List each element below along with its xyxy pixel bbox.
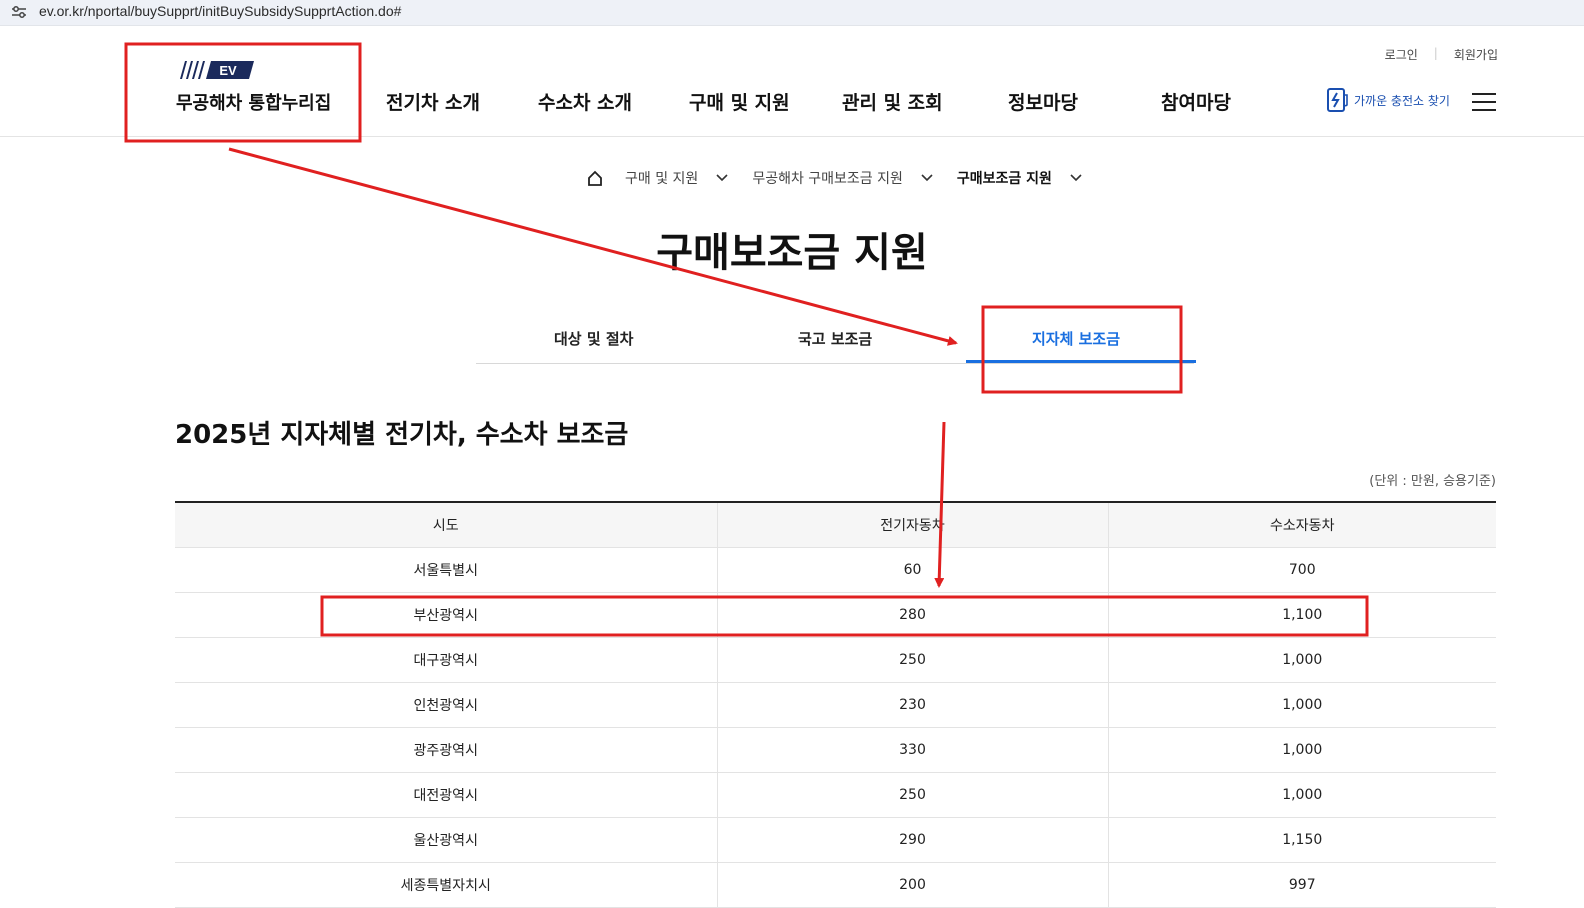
cell-hydrogen-subsidy: 1,000 bbox=[1107, 772, 1496, 818]
cell-hydrogen-subsidy: 1,100 bbox=[1107, 592, 1496, 638]
cell-ev-subsidy: 330 bbox=[716, 727, 1108, 773]
cell-region: 대전광역시 bbox=[175, 772, 718, 818]
table-row: 대전광역시 250 1,000 bbox=[175, 772, 1496, 818]
table-row: 서울특별시 60 700 bbox=[175, 547, 1496, 593]
url-text[interactable]: ev.or.kr/nportal/buySupprt/initBuySubsid… bbox=[39, 3, 401, 19]
signup-link[interactable]: 회원가입 bbox=[1454, 46, 1498, 63]
cell-region: 광주광역시 bbox=[175, 727, 718, 773]
column-header-region: 시도 bbox=[175, 502, 718, 548]
find-charger-link[interactable]: 가까운 충전소 찾기 bbox=[1326, 87, 1450, 113]
cell-region: 세종특별자치시 bbox=[175, 862, 718, 908]
chevron-down-icon[interactable] bbox=[921, 174, 933, 182]
table-row: 울산광역시 290 1,150 bbox=[175, 817, 1496, 863]
column-header-ev: 전기자동차 bbox=[716, 502, 1108, 548]
nav-purchase-support[interactable]: 구매 및 지원 bbox=[689, 88, 790, 115]
logo-mark-text: EV bbox=[219, 63, 237, 78]
breadcrumb-current[interactable]: 구매보조금 지원 bbox=[957, 168, 1052, 188]
nav-ev-intro[interactable]: 전기차 소개 bbox=[386, 88, 480, 115]
utility-links: 로그인 | 회원가입 bbox=[1385, 46, 1498, 63]
cell-hydrogen-subsidy: 1,000 bbox=[1107, 682, 1496, 728]
chevron-down-icon[interactable] bbox=[1070, 174, 1082, 182]
cell-ev-subsidy: 230 bbox=[716, 682, 1108, 728]
browser-address-bar[interactable]: ev.or.kr/nportal/buySupprt/initBuySubsid… bbox=[0, 0, 1584, 26]
nav-participation[interactable]: 참여마당 bbox=[1161, 88, 1231, 115]
home-icon[interactable] bbox=[587, 170, 603, 186]
page-title: 구매보조금 지원 bbox=[656, 230, 928, 276]
chevron-down-icon[interactable] bbox=[716, 174, 728, 182]
breadcrumb-item[interactable]: 무공해차 구매보조금 지원 bbox=[752, 168, 903, 188]
site-logo[interactable]: EV 무공해차 통합누리집 bbox=[176, 61, 336, 121]
nav-manage-search[interactable]: 관리 및 조회 bbox=[842, 88, 943, 115]
cell-hydrogen-subsidy: 1,000 bbox=[1107, 637, 1496, 683]
cell-ev-subsidy: 200 bbox=[716, 862, 1108, 908]
cell-region: 대구광역시 bbox=[175, 637, 718, 683]
table-row: 인천광역시 230 1,000 bbox=[175, 682, 1496, 728]
table-row: 세종특별자치시 200 997 bbox=[175, 862, 1496, 908]
table-row: 대구광역시 250 1,000 bbox=[175, 637, 1496, 683]
subsidy-tabs: 대상 및 절차 국고 보조금 지자체 보조금 bbox=[476, 318, 1194, 364]
cell-hydrogen-subsidy: 1,150 bbox=[1107, 817, 1496, 863]
column-header-hydrogen: 수소자동차 bbox=[1107, 502, 1496, 548]
table-header-row: 시도 전기자동차 수소자동차 bbox=[175, 502, 1496, 548]
ev-logo-mark: EV bbox=[180, 61, 254, 79]
subsidy-table: 시도 전기자동차 수소자동차 서울특별시 60 700 부산광역시 280 1,… bbox=[175, 501, 1496, 908]
util-separator: | bbox=[1433, 46, 1438, 60]
nav-hydrogen-intro[interactable]: 수소차 소개 bbox=[538, 88, 632, 115]
tab-national-subsidy[interactable]: 국고 보조금 bbox=[798, 328, 872, 349]
cell-ev-subsidy: 280 bbox=[716, 592, 1108, 638]
cell-hydrogen-subsidy: 1,000 bbox=[1107, 727, 1496, 773]
tab-target-procedure[interactable]: 대상 및 절차 bbox=[554, 328, 633, 349]
cell-ev-subsidy: 250 bbox=[716, 637, 1108, 683]
table-row: 부산광역시 280 1,100 bbox=[175, 592, 1496, 638]
active-tab-indicator bbox=[966, 360, 1196, 363]
cell-ev-subsidy: 250 bbox=[716, 772, 1108, 818]
tab-local-subsidy[interactable]: 지자체 보조금 bbox=[1032, 328, 1120, 349]
logo-name: 무공해차 통합누리집 bbox=[176, 93, 332, 114]
site-header: 로그인 | 회원가입 EV 무공해차 통합누리집 전기차 소개 수소차 소개 구… bbox=[0, 33, 1584, 137]
cell-region: 부산광역시 bbox=[175, 592, 718, 638]
charging-station-icon bbox=[1327, 88, 1348, 112]
cell-ev-subsidy: 290 bbox=[716, 817, 1108, 863]
cell-ev-subsidy: 60 bbox=[716, 547, 1108, 593]
unit-note: (단위 : 만원, 승용기준) bbox=[1369, 474, 1496, 489]
table-row: 광주광역시 330 1,000 bbox=[175, 727, 1496, 773]
find-charger-label: 가까운 충전소 찾기 bbox=[1354, 93, 1450, 108]
cell-region: 인천광역시 bbox=[175, 682, 718, 728]
hamburger-icon[interactable] bbox=[1472, 93, 1496, 111]
breadcrumb: 구매 및 지원 무공해차 구매보조금 지원 구매보조금 지원 bbox=[587, 168, 1106, 188]
nav-info[interactable]: 정보마당 bbox=[1008, 88, 1078, 115]
cell-hydrogen-subsidy: 700 bbox=[1107, 547, 1496, 593]
section-title: 2025년 지자체별 전기차, 수소차 보조금 bbox=[175, 420, 629, 450]
cell-hydrogen-subsidy: 997 bbox=[1107, 862, 1496, 908]
cell-region: 울산광역시 bbox=[175, 817, 718, 863]
site-settings-icon[interactable] bbox=[11, 4, 27, 20]
breadcrumb-item[interactable]: 구매 및 지원 bbox=[625, 168, 698, 188]
cell-region: 서울특별시 bbox=[175, 547, 718, 593]
login-link[interactable]: 로그인 bbox=[1385, 46, 1418, 63]
